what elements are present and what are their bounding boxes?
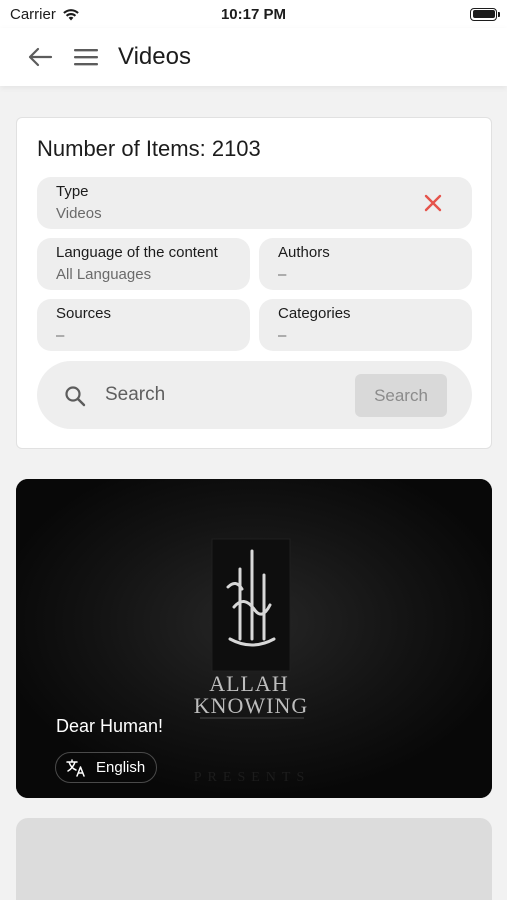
authors-filter-chip[interactable]: Authors – [259,238,472,290]
language-badge-label: English [96,759,146,776]
carrier-label: Carrier [10,5,56,23]
language-filter-label: Language of the content [56,244,218,261]
video-title: Dear Human! [56,716,164,736]
menu-button[interactable] [70,41,102,73]
sources-filter-label: Sources [56,305,112,322]
app-bar: Videos [0,28,507,86]
search-button[interactable]: Search [355,374,447,417]
categories-filter-chip[interactable]: Categories – [259,299,472,351]
type-filter-label: Type [56,183,89,200]
language-badge: English [55,752,157,783]
hamburger-menu-icon [74,49,98,66]
search-input[interactable] [105,381,335,409]
back-button[interactable] [24,41,56,73]
thumbnail-brand-line2: KNOWING [194,693,309,718]
battery-level [472,10,495,18]
sources-filter-chip[interactable]: Sources – [37,299,250,351]
status-bar: Carrier 10:17 PM [0,0,507,28]
video-thumbnail: ALLAH KNOWING PRESENTS [16,479,492,798]
language-filter-value: All Languages [56,266,152,283]
item-count: Number of Items: 2103 [37,136,261,161]
categories-filter-value: – [278,327,287,344]
wifi-icon [63,8,79,20]
battery-icon [470,7,500,21]
sources-filter-value: – [56,327,65,344]
page-title: Videos [118,43,191,70]
authors-filter-label: Authors [278,244,330,261]
close-icon[interactable] [422,192,444,214]
video-card[interactable]: ALLAH KNOWING PRESENTS Dear Human! Engli… [16,479,492,798]
categories-filter-label: Categories [278,305,351,322]
translate-icon [66,758,85,777]
thumbnail-footer-text: PRESENTS [194,770,310,785]
video-card-placeholder[interactable] [16,818,492,900]
type-filter-chip[interactable]: Type Videos [37,177,472,229]
filter-card: Number of Items: 2103 Type Videos Langua… [16,117,492,449]
status-left: Carrier [10,6,80,23]
search-icon [65,386,86,407]
language-filter-chip[interactable]: Language of the content All Languages [37,238,250,290]
authors-filter-value: – [278,266,287,283]
search-bar: Search [37,361,472,429]
arrow-left-icon [28,47,53,67]
type-filter-value: Videos [56,205,102,222]
